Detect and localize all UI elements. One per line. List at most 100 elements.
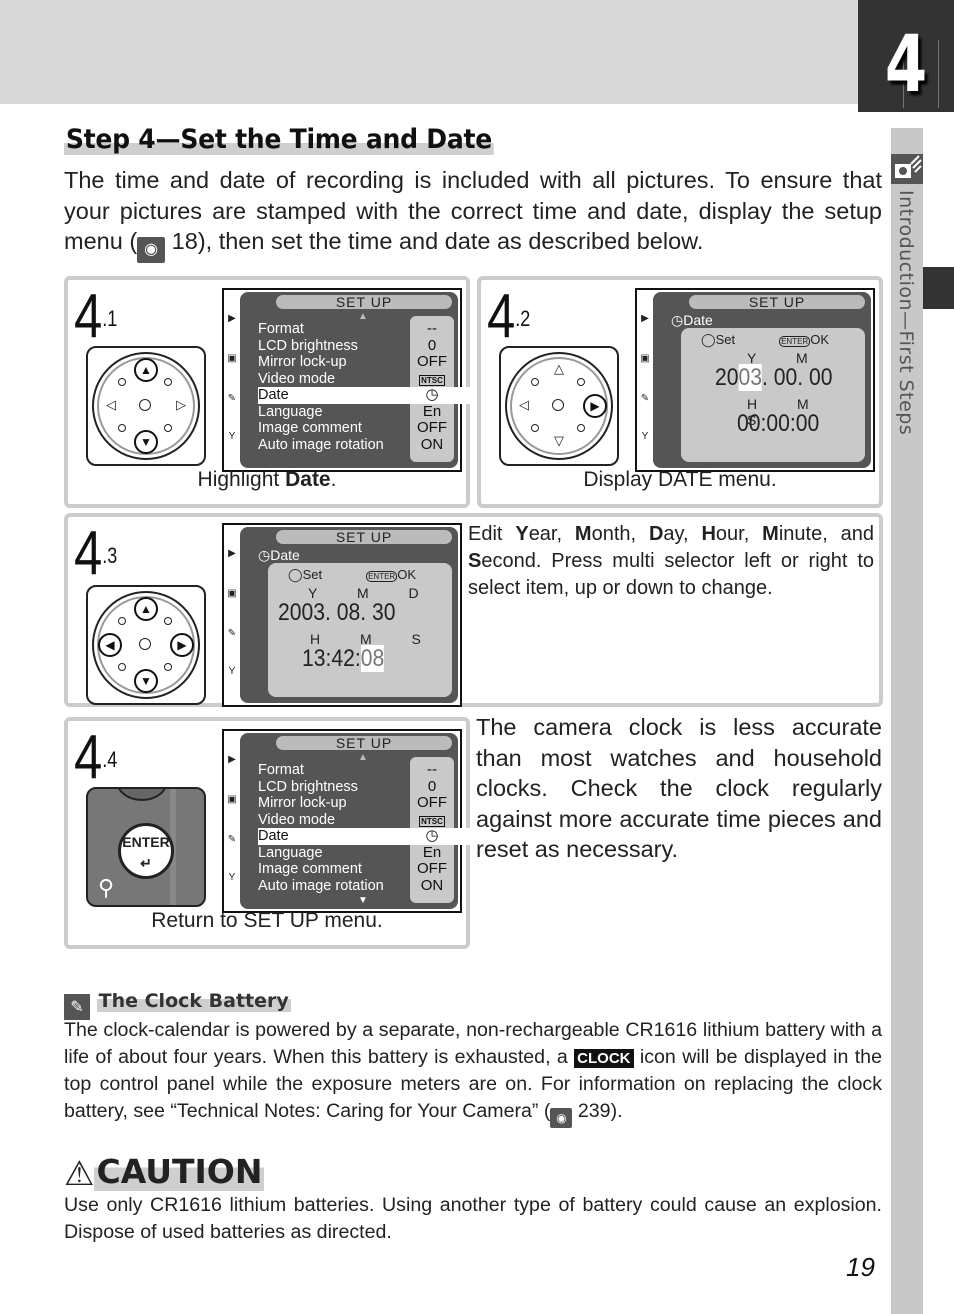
minute-field[interactable]: 00 [766, 410, 789, 437]
minute-field[interactable]: 42 [331, 645, 354, 672]
intro-paragraph: The time and date of recording is includ… [64, 165, 882, 263]
step-panel-4-2: 4.2 △ ▽ ◁ ▶ ▶ ▣ ✎ Y SET UP ◷Date ◯Set EN… [477, 276, 883, 508]
page-reference-icon: ◉ [137, 237, 166, 263]
section-tab-marker [923, 267, 954, 309]
shooting-tab-icon: ▣ [227, 353, 237, 364]
page-reference-icon: ◉ [550, 1108, 573, 1128]
intro-text: ), then set the time and date as describ… [197, 228, 704, 254]
setup-menu-screen: ▶ ▣ ✎ Y SET UP ▲ Format LCD brightness M… [222, 288, 470, 472]
note-ref-page[interactable]: 239 [578, 1100, 611, 1122]
note-heading: ✎ The Clock Battery [64, 990, 291, 1020]
hour-field[interactable]: 00 [737, 410, 760, 437]
caution-heading: ⚠CAUTION [64, 1152, 265, 1194]
description-text: onth, [591, 523, 649, 545]
header-band [0, 0, 858, 104]
step-caption: Display DATE menu. [583, 468, 777, 491]
enter-button-illustration: ENTER ↵ ⚲ [86, 787, 206, 907]
page-title: Step 4—Set the Time and Date [64, 124, 494, 155]
step-panel-4-1: 4.1 ▲ ▼ ◁ ▷ ▶ ▣ ✎ Y SET UP ▲ Format LCD … [64, 276, 470, 508]
custom-tab-icon: ✎ [227, 628, 237, 639]
setup-tab-icon: Y [228, 872, 236, 883]
time-value: 13:42:08 [302, 645, 385, 672]
arrow-down-icon: ▽ [554, 433, 564, 448]
menu-value: ON [420, 435, 444, 453]
menu-value: OFF [417, 860, 447, 877]
description-text: Edit [468, 523, 516, 545]
menu-value: -- [427, 761, 437, 778]
day-field[interactable]: 30 [372, 599, 395, 626]
menu-value: 0 [427, 336, 437, 354]
menu-header: SET UP [276, 736, 452, 750]
arrow-right-icon: ▷ [176, 397, 186, 412]
menu-value: ON [420, 876, 444, 894]
day-field[interactable]: 00 [809, 364, 832, 391]
arrow-down-icon: ▼ [134, 669, 158, 693]
chapter-tab: 4 [858, 0, 954, 112]
second-field[interactable]: 08 [360, 645, 385, 672]
description-text: ay, [663, 523, 702, 545]
month-field[interactable]: 08 [337, 599, 360, 626]
setup-tab-icon: Y [641, 431, 649, 442]
return-arrow-icon: ↵ [140, 855, 152, 871]
date-value: 2003. 08. 30 [278, 599, 396, 626]
clock-icon: ◷ [425, 827, 439, 844]
custom-tab-icon: ✎ [227, 393, 237, 404]
shooting-tab-icon: ▣ [227, 794, 237, 805]
multi-selector: △ ▽ ◁ ▶ [499, 346, 619, 466]
playback-tab-icon: ▶ [641, 313, 649, 324]
step-panel-4-4: 4.4 ENTER ↵ ⚲ ▶ ▣ ✎ Y SET UP ▲ Format LCD… [64, 717, 470, 949]
month-field[interactable]: 00 [774, 364, 797, 391]
description-text: inute, and [778, 523, 874, 545]
arrow-up-icon: ▲ [134, 597, 158, 621]
step-panel-4-3: 4.3 ▲ ▼ ◀ ▶ ▶ ▣ ✎ Y SET UP ◷Date ◯Set EN… [64, 513, 883, 707]
second-field[interactable]: 00 [796, 410, 819, 437]
time-value: 00:00:00 [737, 410, 820, 437]
field-initial: Y [515, 523, 529, 545]
arrow-right-icon: ▶ [170, 633, 194, 657]
menu-value: OFF [417, 794, 447, 811]
step-number: 4.4 [74, 723, 118, 792]
playback-tab-icon: ▶ [228, 313, 236, 324]
multi-selector: ▲ ▼ ◁ ▷ [86, 346, 206, 466]
clock-warning-icon: CLOCK [574, 1049, 634, 1068]
field-initial: M [762, 523, 779, 545]
date-submenu-title: ◷Date [258, 547, 300, 563]
camera-hand-icon [891, 154, 923, 184]
arrow-left-icon: ◀ [98, 633, 122, 657]
step-number: 4.2 [487, 282, 531, 351]
step-number: 4.1 [74, 282, 118, 351]
set-hint: ◯Set [701, 332, 736, 347]
arrow-left-icon: ◁ [519, 397, 529, 412]
shooting-tab-icon: ▣ [227, 588, 237, 599]
selector-center [552, 399, 564, 411]
arrow-right-icon: ▶ [583, 394, 607, 418]
setup-tab-icon: Y [228, 666, 236, 677]
custom-tab-icon: ✎ [640, 393, 650, 404]
menu-header: SET UP [276, 295, 452, 309]
set-hint: ◯Set [288, 567, 323, 582]
arrow-left-icon: ◁ [106, 397, 116, 412]
scroll-down-icon: ▼ [358, 895, 368, 906]
description-text: ear, [528, 523, 575, 545]
field-initial: D [648, 523, 664, 545]
description-text: econd. Press multi selector left or righ… [468, 550, 874, 599]
caution-body: Use only CR1616 lithium batteries. Using… [64, 1194, 882, 1243]
menu-value: -- [427, 320, 437, 337]
selector-center [139, 638, 151, 650]
zoom-magnifier-icon: ⚲ [98, 875, 115, 900]
intro-ref-page[interactable]: 18 [172, 228, 198, 254]
field-initial: H [701, 523, 716, 545]
section-label: Introduction—First Steps [895, 190, 917, 436]
year-field[interactable]: 03 [738, 364, 762, 391]
chapter-number: 4 [884, 20, 928, 110]
year-field[interactable]: 2003 [278, 599, 325, 626]
description-text: our, [715, 523, 763, 545]
menu-header: SET UP [276, 530, 452, 544]
menu-value: OFF [417, 353, 447, 370]
hour-field[interactable]: 13 [302, 645, 325, 672]
date-value: 2003. 00. 00 [715, 364, 833, 391]
custom-tab-icon: ✎ [227, 834, 237, 845]
setup-tab-icon: Y [228, 431, 236, 442]
arrow-up-icon: △ [554, 361, 564, 376]
menu-value: En [422, 843, 442, 861]
